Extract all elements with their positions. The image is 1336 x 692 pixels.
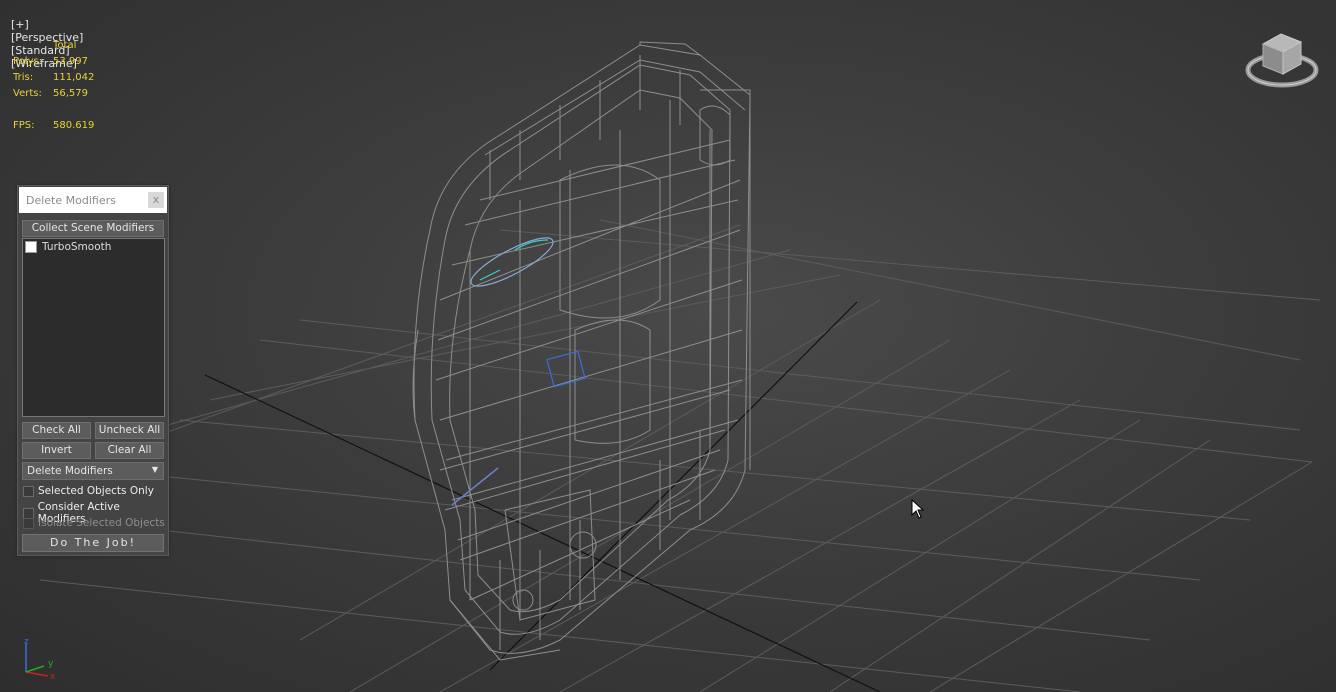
axis-z-label: z — [24, 637, 29, 647]
panel-title-bar[interactable]: Delete Modifiers x — [19, 187, 167, 213]
checkbox-box[interactable] — [23, 485, 34, 497]
world-axes — [204, 301, 881, 692]
delete-modifiers-panel: Delete Modifiers x Collect Scene Modifie… — [17, 185, 169, 556]
stats-fps-label: FPS: — [13, 120, 35, 131]
viewport-canvas[interactable] — [0, 0, 1336, 692]
selected-objects-only-checkbox[interactable]: Selected Objects Only — [23, 485, 154, 497]
mouse-cursor-icon — [911, 499, 925, 519]
stats-tris-value: 111,042 — [53, 72, 95, 83]
mode-dropdown-value: Delete Modifiers — [27, 465, 113, 477]
do-the-job-button[interactable]: Do The Job! — [22, 534, 164, 552]
stats-fps-value: 580.619 — [53, 120, 95, 131]
axis-x-label: x — [50, 672, 56, 682]
collect-scene-modifiers-button[interactable]: Collect Scene Modifiers — [22, 220, 164, 237]
isolate-selected-objects-checkbox: Isolate Selected Objects — [23, 517, 165, 529]
stats-polys-label: Polys: — [13, 56, 43, 67]
list-item[interactable]: TurboSmooth — [25, 241, 111, 253]
stats-verts-label: Verts: — [13, 88, 42, 99]
invert-button[interactable]: Invert — [22, 442, 91, 459]
mode-dropdown[interactable]: Delete Modifiers ▼ — [22, 462, 164, 480]
stats-header: Total — [53, 40, 77, 51]
modifier-list[interactable]: TurboSmooth — [22, 238, 165, 417]
viewcube-icon[interactable] — [1243, 30, 1321, 96]
isolate-selected-objects-label: Isolate Selected Objects — [38, 517, 165, 529]
check-all-button[interactable]: Check All — [22, 422, 91, 439]
chevron-down-icon: ▼ — [151, 465, 158, 474]
stats-polys-value: 53,997 — [53, 56, 88, 67]
stats-verts-value: 56,579 — [53, 88, 88, 99]
clear-all-button[interactable]: Clear All — [95, 442, 164, 459]
axis-y-label: y — [48, 659, 54, 669]
modifier-checkbox[interactable] — [25, 241, 37, 253]
modifier-label: TurboSmooth — [42, 241, 112, 253]
wireframe-highlight-details — [451, 237, 586, 506]
scene-statistics: Total Polys: 53,997 Tris: 111,042 Verts: 56… — [13, 38, 94, 134]
viewport-menu-plus[interactable]: [+] — [11, 18, 29, 31]
ground-grid — [39, 219, 1321, 692]
stats-tris-label: Tris: — [13, 72, 34, 83]
panel-title: Delete Modifiers — [26, 194, 116, 207]
selected-objects-only-label: Selected Objects Only — [38, 485, 154, 497]
uncheck-all-button[interactable]: Uncheck All — [95, 422, 164, 439]
axis-tripod-icon: z y x — [24, 637, 56, 682]
close-button[interactable]: x — [148, 192, 164, 208]
checkbox-box — [23, 517, 34, 529]
